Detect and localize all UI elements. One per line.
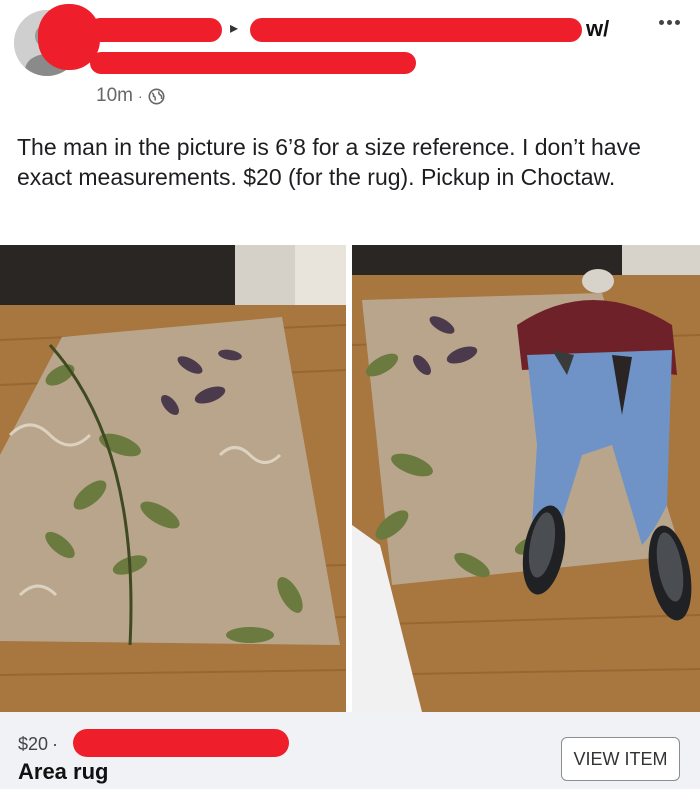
group-name-redaction: [250, 18, 582, 42]
photo-grid: [0, 245, 700, 712]
more-options-icon[interactable]: [652, 8, 686, 36]
meta-separator: ·: [137, 88, 143, 104]
author-line[interactable]: ▸ w/: [88, 14, 609, 44]
more-dot: [658, 19, 664, 25]
price-separator: ·: [52, 734, 59, 754]
view-item-button[interactable]: VIEW ITEM: [561, 737, 680, 781]
marketplace-post: ▸ w/ 10m · The man in the picture is 6’8…: [0, 0, 700, 789]
listing-footer: $20 · Area rug VIEW ITEM: [0, 712, 700, 789]
post-meta: 10m ·: [96, 84, 165, 108]
rug-photo[interactable]: [0, 245, 346, 712]
listing-price: $20: [18, 734, 49, 754]
rug-with-man-photo[interactable]: [352, 245, 700, 712]
group-name-suffix: w/: [586, 16, 610, 41]
globe-icon: [148, 88, 165, 105]
group-name-line2-redaction: [90, 52, 416, 74]
listing-title[interactable]: Area rug: [18, 759, 108, 785]
group-name-line2[interactable]: [88, 46, 428, 76]
arrow-right-icon: ▸: [230, 20, 239, 37]
timestamp[interactable]: 10m: [96, 85, 133, 107]
post-header: ▸ w/ 10m ·: [0, 0, 700, 112]
more-dot: [666, 19, 672, 25]
author-name-redaction: [88, 18, 222, 42]
more-dot: [674, 19, 680, 25]
post-text: The man in the picture is 6’8 for a size…: [17, 134, 641, 190]
location-redaction: [73, 729, 289, 757]
price-line: $20 ·: [18, 734, 58, 755]
